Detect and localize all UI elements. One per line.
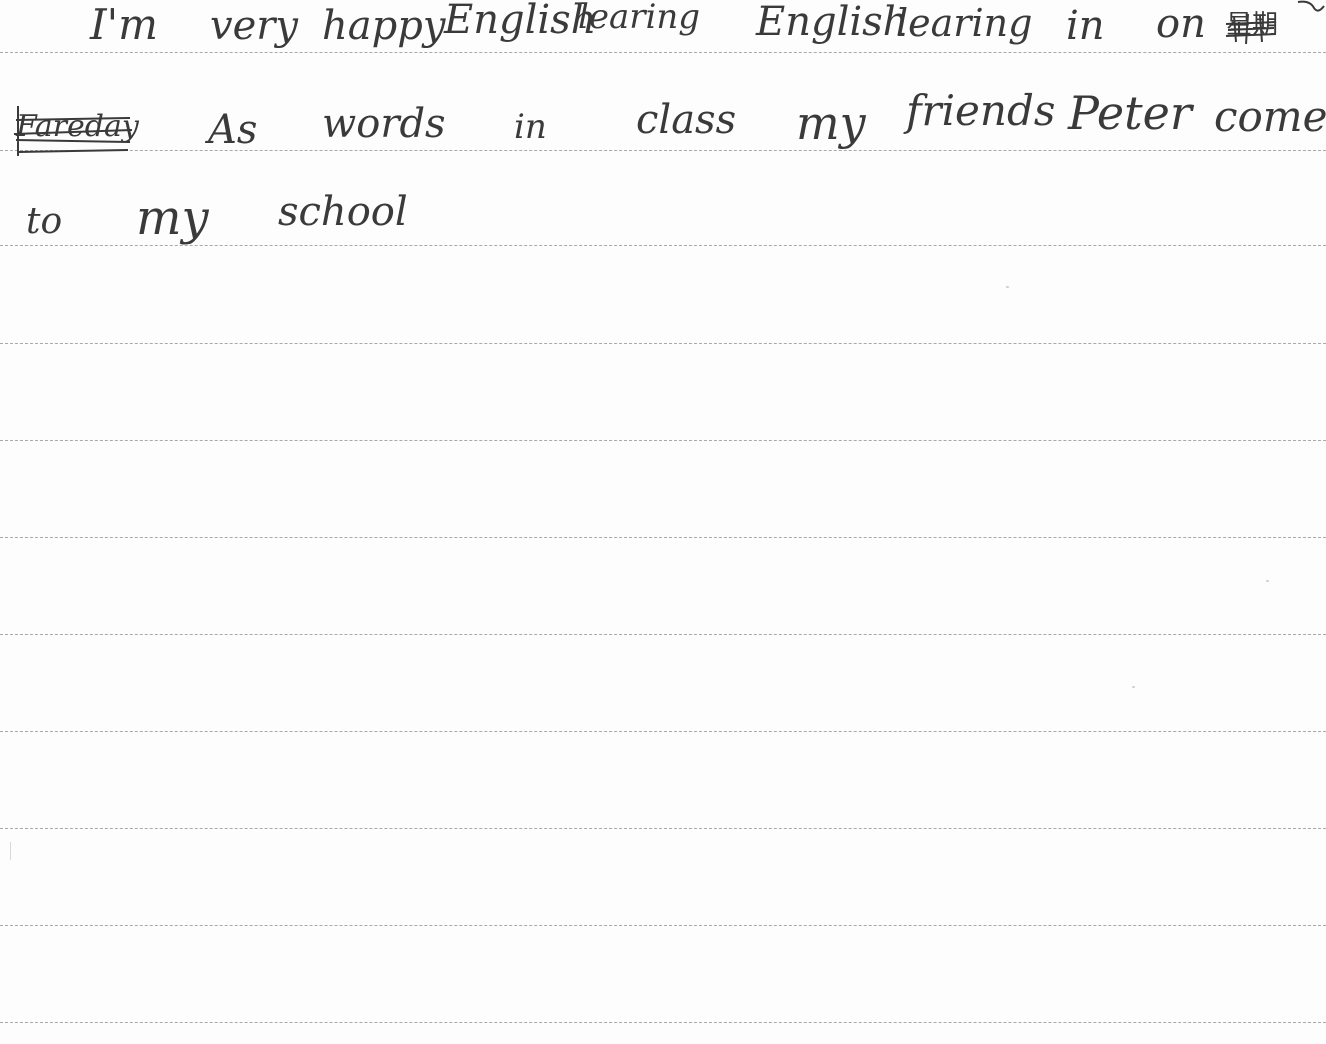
handwritten-word: English <box>444 0 597 43</box>
ruled-line <box>0 925 1326 926</box>
paper-speck <box>1006 286 1009 288</box>
trailing-pen-stroke <box>1297 0 1325 12</box>
crossed-out-word: 星期 <box>1226 10 1279 40</box>
handwritten-word: English <box>756 0 909 45</box>
paper-speck <box>1266 580 1269 582</box>
handwritten-word: friends <box>906 86 1056 135</box>
ruled-line <box>0 634 1326 635</box>
handwritten-word: my <box>136 190 209 246</box>
handwritten-word: I'm <box>90 0 158 49</box>
ruled-line <box>0 537 1326 538</box>
ruled-line <box>0 828 1326 829</box>
handwritten-page: I'm very happy English learing English l… <box>0 0 1326 1044</box>
ruled-line <box>0 440 1326 441</box>
handwritten-word: As <box>208 107 258 153</box>
handwritten-word: in <box>1066 3 1105 49</box>
handwritten-word: Peter <box>1068 86 1192 140</box>
handwritten-word: to <box>26 201 63 242</box>
handwritten-word: learing <box>578 0 701 37</box>
crossed-out-word: Fareday <box>16 109 139 144</box>
paper-mark <box>10 842 11 860</box>
handwritten-word: learing <box>896 1 1033 45</box>
ruled-line <box>0 1022 1326 1023</box>
handwritten-word: on <box>1156 1 1206 47</box>
handwritten-word: school <box>278 189 408 235</box>
handwritten-word: very <box>210 3 298 49</box>
handwritten-word: happy <box>322 3 446 49</box>
ruled-line <box>0 52 1326 53</box>
paper-speck <box>1132 686 1135 688</box>
ruled-line <box>0 150 1326 151</box>
handwritten-word: in <box>514 107 547 147</box>
handwritten-word: my <box>796 96 866 150</box>
handwritten-word: class <box>636 97 737 143</box>
handwritten-word: words <box>322 101 446 147</box>
ruled-line <box>0 343 1326 344</box>
handwritten-word: come <box>1214 92 1326 141</box>
ruled-line <box>0 731 1326 732</box>
